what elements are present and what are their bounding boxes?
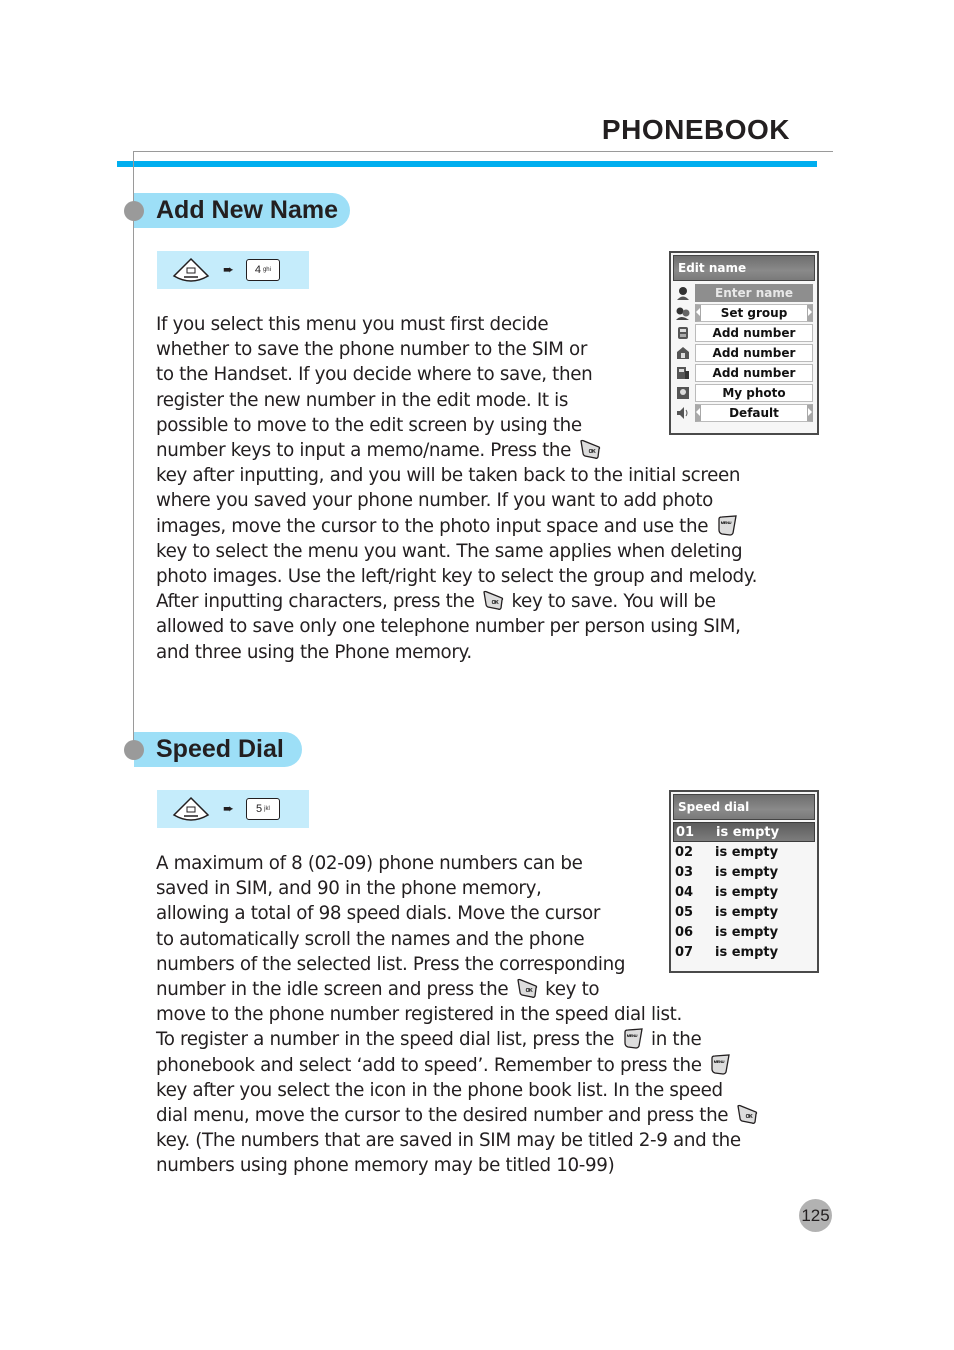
text-fragment: number in the idle screen and press the <box>156 979 514 1001</box>
text-line: number in the idle screen and press the … <box>156 977 760 1002</box>
text-fragment: After inputting characters, press the <box>156 591 481 613</box>
key-sequence-speed-dial: ➨ 5 jkl <box>157 790 309 828</box>
section-heading-add-new-name: Add New Name <box>124 193 350 228</box>
text-line: dial menu, move the cursor to the desire… <box>156 1103 760 1128</box>
field-label: Enter name <box>715 286 793 300</box>
text-fragment: To register a number in the speed dial l… <box>156 1029 620 1051</box>
number-key-5-icon: 5 jkl <box>245 798 280 820</box>
speed-dial-number: 01 <box>676 824 695 840</box>
svg-text:MENU: MENU <box>720 520 731 525</box>
text-fragment: phonebook and select ‘add to speed’. Rem… <box>156 1054 708 1076</box>
right-arrow-icon[interactable] <box>808 308 812 316</box>
num-key-letters: jkl <box>264 806 270 812</box>
text-line: to automatically scroll the names and th… <box>156 928 585 950</box>
bullet-dot <box>124 201 144 221</box>
text-fragment: key to <box>539 979 600 1001</box>
arrow-right-icon: ➨ <box>223 262 234 277</box>
ok-key-icon: OK <box>579 438 601 460</box>
text-fragment: images, move the cursor to the photo inp… <box>156 515 714 537</box>
text-line: images, move the cursor to the photo inp… <box>156 514 757 539</box>
right-arrow-icon[interactable] <box>808 408 812 416</box>
person-icon <box>673 284 693 302</box>
menu-key-icon: MENU <box>709 1053 731 1075</box>
edit-name-row[interactable]: Enter name <box>673 283 815 303</box>
page-title: PHONEBOOK <box>601 114 790 145</box>
num-key-digit: 4 <box>254 264 261 276</box>
speed-dial-label: is empty <box>716 824 780 840</box>
header-divider-blue <box>117 161 817 167</box>
header-divider-thin <box>133 151 833 152</box>
text-line: saved in SIM, and 90 in the phone memory… <box>156 878 542 900</box>
text-line: A maximum of 8 (02-09) phone numbers can… <box>156 853 583 874</box>
svg-text:OK: OK <box>525 988 533 994</box>
text-line: register the new number in the edit mode… <box>156 389 569 411</box>
text-line: whether to save the phone number to the … <box>156 339 588 361</box>
text-line: key. (The numbers that are saved in SIM … <box>156 1130 741 1152</box>
text-line: phonebook and select ‘add to speed’. Rem… <box>156 1053 760 1078</box>
svg-text:MENU: MENU <box>714 1059 725 1064</box>
text-line: key after inputting, and you will be tak… <box>156 465 741 487</box>
arrow-right-icon: ➨ <box>223 801 234 816</box>
text-line: numbers using phone memory may be titled… <box>156 1155 615 1177</box>
text-line: key after you select the icon in the pho… <box>156 1079 723 1101</box>
text-line: number keys to input a memo/name. Press … <box>156 438 757 463</box>
menu-key-icon: MENU <box>716 514 738 536</box>
speed-dial-row[interactable]: 01 is empty <box>673 822 815 842</box>
text-line: To register a number in the speed dial l… <box>156 1027 760 1052</box>
page-number: 125 <box>799 1199 832 1232</box>
text-fragment: dial menu, move the cursor to the desire… <box>156 1105 734 1127</box>
phonebook-nav-key-icon <box>172 257 210 282</box>
text-fragment: key to save. You will be <box>506 591 716 613</box>
number-key-4-icon: 4 ghi <box>245 259 280 281</box>
svg-text:OK: OK <box>588 449 596 455</box>
text-line: If you select this menu you must first d… <box>156 314 549 335</box>
text-line: possible to move to the edit screen by u… <box>156 414 582 436</box>
bullet-dot <box>124 740 144 760</box>
text-line: allowing a total of 98 speed dials. Move… <box>156 903 601 925</box>
svg-text:OK: OK <box>745 1114 753 1120</box>
key-sequence-add-new-name: ➨ 4 ghi <box>157 251 309 289</box>
section-heading-speed-dial: Speed Dial <box>124 732 302 767</box>
text-line: photo images. Use the left/right key to … <box>156 566 758 588</box>
speed-dial-body-text: A maximum of 8 (02-09) phone numbers can… <box>156 851 760 1179</box>
text-line: and three using the Phone memory. <box>156 641 472 663</box>
edit-field[interactable]: Enter name <box>695 284 813 302</box>
screen-title: Speed dial <box>673 794 815 820</box>
text-line: move to the phone number registered in t… <box>156 1004 682 1026</box>
section-heading-label: Add New Name <box>156 196 338 224</box>
text-line: to the Handset. If you decide where to s… <box>156 364 593 386</box>
text-fragment: in the <box>645 1029 702 1051</box>
text-line: allowed to save only one telephone numbe… <box>156 616 741 638</box>
text-line: After inputting characters, press the OK… <box>156 589 757 614</box>
text-line: key to select the menu you want. The sam… <box>156 540 743 562</box>
ok-key-icon: OK <box>516 977 538 999</box>
add-new-name-body-text: If you select this menu you must first d… <box>156 312 757 665</box>
screen-title: Edit name <box>673 255 815 281</box>
svg-text:MENU: MENU <box>626 1033 637 1038</box>
text-fragment: number keys to input a memo/name. Press … <box>156 440 577 462</box>
ok-key-icon: OK <box>482 589 504 611</box>
text-line: where you saved your phone number. If yo… <box>156 490 714 512</box>
phonebook-nav-key-icon <box>172 796 210 821</box>
text-line: numbers of the selected list. Press the … <box>156 953 626 975</box>
margin-line <box>133 151 134 751</box>
ok-key-icon: OK <box>736 1103 758 1125</box>
section-heading-label: Speed Dial <box>156 735 284 763</box>
num-key-letters: ghi <box>262 267 271 273</box>
menu-key-icon: MENU <box>622 1027 644 1050</box>
num-key-digit: 5 <box>256 803 263 815</box>
svg-text:OK: OK <box>492 600 500 606</box>
